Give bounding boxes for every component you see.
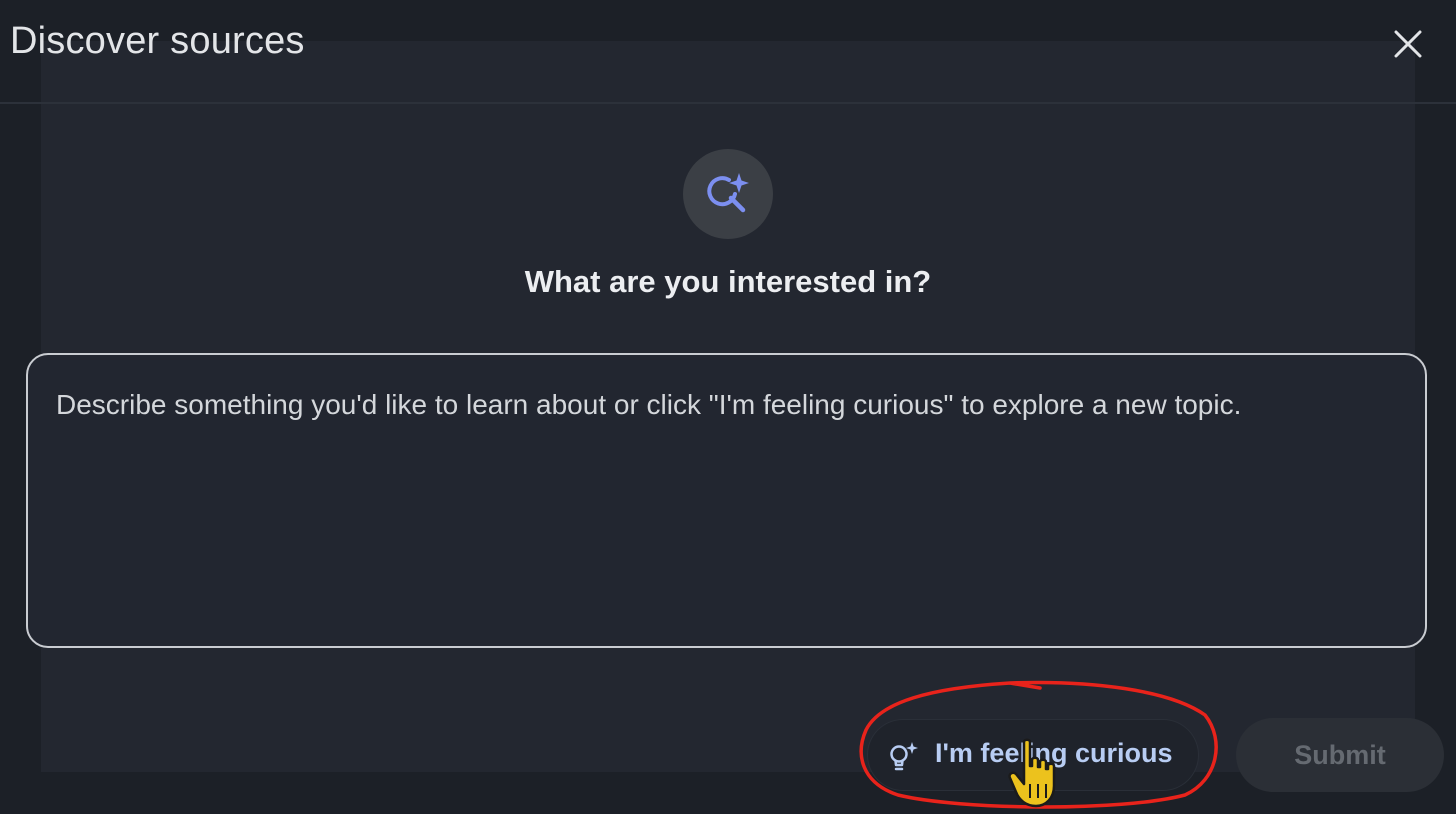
feeling-curious-button[interactable]: I'm feeling curious <box>868 720 1198 790</box>
feeling-curious-label: I'm feeling curious <box>935 738 1173 768</box>
lightbulb-sparkle-icon <box>890 742 918 771</box>
discover-sources-dialog: Discover sources What are you interested… <box>0 0 1456 814</box>
search-sparkle-icon <box>707 173 749 213</box>
close-button[interactable] <box>1386 22 1430 66</box>
close-icon <box>1394 30 1422 58</box>
header-divider <box>0 102 1456 104</box>
topic-input-box[interactable] <box>26 353 1427 648</box>
topic-input[interactable] <box>56 387 1396 617</box>
submit-button[interactable]: Submit <box>1236 718 1444 792</box>
interest-question: What are you interested in? <box>524 264 932 299</box>
dialog-title: Discover sources <box>10 20 305 62</box>
submit-label: Submit <box>1294 740 1386 770</box>
hero-icon-badge <box>683 149 773 239</box>
